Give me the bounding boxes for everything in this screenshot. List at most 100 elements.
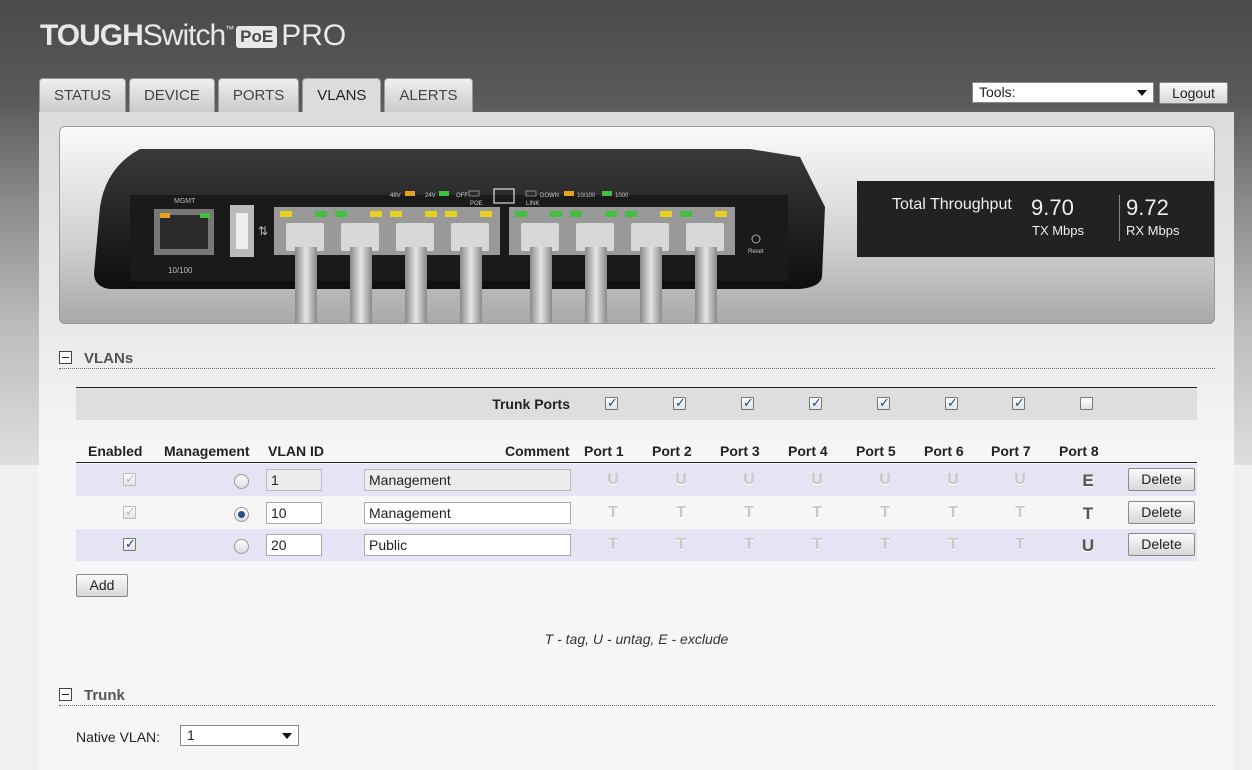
tab-ports[interactable]: PORTS [217,78,300,113]
col-vlan-id: VLAN ID [268,443,324,459]
trunk-port-7-checkbox[interactable] [1012,395,1025,411]
port-4-mode[interactable]: T [807,536,827,554]
trunk-ports-label: Trunk Ports [492,396,570,412]
port-2-mode[interactable]: T [671,536,691,554]
collapse-icon[interactable] [59,688,72,701]
trunk-port-8-checkbox[interactable] [1080,397,1093,410]
main-panel: MGMT 10/100 ⇅ 48V 24V OFF POE DOWN 10/10… [39,112,1234,770]
poe-legend-48v: 48V [390,193,401,199]
delete-button[interactable]: Delete [1128,533,1195,556]
vlan-id-input[interactable]: 1 [266,469,322,491]
col-port-4: Port 4 [788,443,828,459]
poe-legend-off: OFF [456,193,468,199]
brand-logo-pro: PRO [281,19,347,52]
trunk-port-1-checkbox[interactable] [605,395,618,411]
tx-value: 9.70 [1031,195,1074,220]
port-6-mode[interactable]: U [943,471,963,489]
col-port-7: Port 7 [991,443,1031,459]
brand-logo-switch: Switch [142,19,226,52]
port-2-mode[interactable]: T [671,504,691,522]
port-8-mode[interactable]: U [1078,536,1098,556]
delete-button[interactable]: Delete [1128,468,1195,491]
poe-legend-24v: 24V [425,193,436,199]
port-1-mode[interactable]: T [603,504,623,522]
port-2-mode[interactable]: U [671,471,691,489]
trunk-port-4-checkbox[interactable] [809,395,822,411]
port-6-mode[interactable]: T [943,536,963,554]
mgmt-port-label: MGMT [174,198,196,205]
port-4-mode[interactable]: U [807,471,827,489]
native-vlan-select[interactable]: 1 [180,725,299,746]
management-radio[interactable] [234,539,249,554]
port-7-mode[interactable]: T [1010,536,1030,554]
main-tabs: STATUS DEVICE PORTS VLANS ALERTS [39,78,473,113]
col-management: Management [164,443,250,459]
comment-input[interactable]: Management [364,469,571,491]
port-6-mode[interactable]: T [943,504,963,522]
comment-input[interactable]: Public [364,534,571,556]
trunk-section-header: Trunk [59,687,1215,706]
rx-value: 9.72 [1126,195,1169,220]
link-legend-label: LINK [526,201,539,207]
tab-status[interactable]: STATUS [39,78,126,113]
port-8-mode[interactable]: E [1078,471,1098,491]
col-port-2: Port 2 [652,443,692,459]
mgmt-speed-label: 10/100 [168,266,193,275]
trunk-port-5-checkbox[interactable] [877,395,890,411]
port-1-mode[interactable]: T [603,536,623,554]
port-4-mode[interactable]: T [807,504,827,522]
col-port-1: Port 1 [584,443,624,459]
link-legend-10100: 10/100 [577,193,596,199]
vlans-section-title: VLANs [84,350,134,367]
tx-unit: TX Mbps [1032,223,1085,238]
col-port-5: Port 5 [856,443,896,459]
tab-vlans[interactable]: VLANS [302,78,382,113]
port-7-mode[interactable]: T [1010,504,1030,522]
brand-logo-tough: TOUGH [40,19,144,52]
trademark-mark: ™ [225,24,235,34]
device-panel: MGMT 10/100 ⇅ 48V 24V OFF POE DOWN 10/10… [59,126,1215,324]
enabled-checkbox[interactable] [123,504,136,520]
trunk-section-title: Trunk [84,687,125,704]
table-header-rule [76,462,1197,463]
trunk-port-3-checkbox[interactable] [741,395,754,411]
trunk-ports-row: Trunk Ports [76,387,1197,420]
poe-legend-label: POE [470,201,483,207]
add-vlan-button[interactable]: Add [76,574,128,597]
poe-badge: PoE [236,26,278,48]
logout-button[interactable]: Logout [1159,82,1228,104]
trunk-port-2-checkbox[interactable] [673,395,686,411]
throughput-title: Total Throughput [892,196,1012,213]
col-enabled: Enabled [88,443,143,459]
native-vlan-value: 1 [187,727,195,743]
rx-unit: RX Mbps [1126,223,1180,238]
trunk-port-6-checkbox[interactable] [945,395,958,411]
port-3-mode[interactable]: T [739,536,759,554]
tab-alerts[interactable]: ALERTS [384,78,473,113]
management-radio[interactable] [234,474,249,489]
port-3-mode[interactable]: T [739,504,759,522]
vlan-id-input[interactable]: 10 [266,502,322,524]
port-7-mode[interactable]: U [1010,471,1030,489]
port-1-mode[interactable]: U [603,471,623,489]
management-radio[interactable] [234,507,249,522]
port-5-mode[interactable]: U [875,471,895,489]
port-3-mode[interactable]: U [739,471,759,489]
enabled-checkbox[interactable] [123,471,136,487]
tools-select[interactable]: Tools: [972,82,1154,103]
reset-label: Reset [748,249,764,255]
port-5-mode[interactable]: T [875,504,895,522]
brand-logo: TOUGH Switch ™ PoE PRO [40,18,346,54]
chevron-down-icon [282,733,292,739]
port-5-mode[interactable]: T [875,536,895,554]
collapse-icon[interactable] [59,351,72,364]
delete-button[interactable]: Delete [1128,501,1195,524]
enabled-checkbox[interactable] [123,536,136,552]
tab-device[interactable]: DEVICE [128,78,215,113]
port-8-mode[interactable]: T [1078,504,1098,524]
comment-input[interactable]: Management [364,502,571,524]
usb-icon: ⇅ [258,224,268,238]
throughput-divider [1119,195,1120,241]
link-legend-down: DOWN [540,193,559,199]
vlan-id-input[interactable]: 20 [266,534,322,556]
